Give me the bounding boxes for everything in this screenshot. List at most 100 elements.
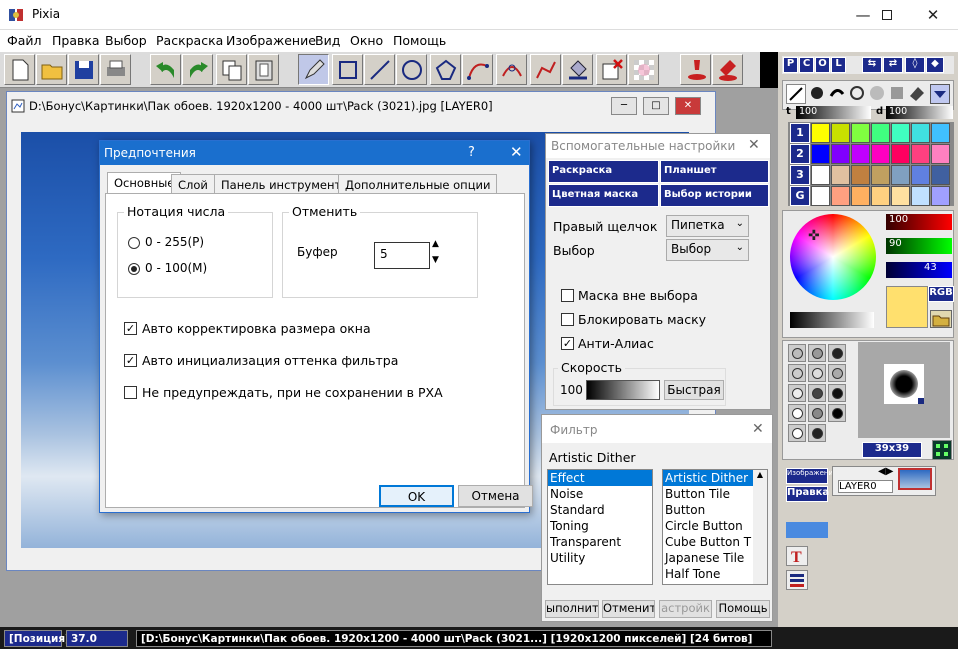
speed-fast-button[interactable]: Быстрая bbox=[664, 380, 724, 400]
brush-shape[interactable] bbox=[828, 404, 846, 422]
color-swatch[interactable] bbox=[811, 165, 830, 185]
color-swatch[interactable] bbox=[851, 186, 870, 206]
brush-dropdown-icon[interactable] bbox=[930, 84, 950, 104]
buffer-up-icon[interactable]: ▲ bbox=[432, 239, 439, 249]
palette-tab-l[interactable]: L bbox=[831, 57, 846, 73]
color-swatch[interactable] bbox=[831, 123, 850, 143]
brush-shape[interactable] bbox=[788, 364, 806, 382]
list-item[interactable]: Utility bbox=[548, 550, 652, 566]
palette-tab-p[interactable]: P bbox=[783, 57, 798, 73]
brush-grid-icon[interactable] bbox=[932, 440, 952, 460]
list-item[interactable]: Transparent bbox=[548, 534, 652, 550]
color-swatch[interactable] bbox=[911, 123, 930, 143]
doc-minimize-button[interactable]: ─ bbox=[611, 97, 637, 115]
brush-shape[interactable] bbox=[808, 364, 826, 382]
rectangle-tool-icon[interactable] bbox=[332, 54, 363, 85]
buffer-input[interactable]: 5 bbox=[374, 242, 430, 269]
aux-tablet-tab[interactable]: Планшет bbox=[660, 160, 769, 183]
color-swatch[interactable] bbox=[851, 123, 870, 143]
color-swatch[interactable] bbox=[811, 123, 830, 143]
color-wheel[interactable] bbox=[790, 214, 876, 300]
blue-slider[interactable]: 43 bbox=[886, 262, 952, 278]
brush-shape[interactable] bbox=[808, 424, 826, 442]
color-swatch[interactable] bbox=[851, 144, 870, 164]
select-mode-select[interactable]: Выбор ⌄ bbox=[666, 239, 749, 261]
filter-settings-button[interactable]: астройк bbox=[659, 600, 712, 618]
color-swatch[interactable] bbox=[931, 144, 950, 164]
palette-tab-o[interactable]: O bbox=[815, 57, 830, 73]
filter-item-list[interactable]: Artistic Dither Button Tile Button Circl… bbox=[662, 469, 768, 585]
chk-antialias[interactable]: ✓ bbox=[561, 337, 574, 350]
radio-255[interactable] bbox=[128, 237, 140, 249]
color-swatch[interactable] bbox=[911, 165, 930, 185]
print-icon[interactable] bbox=[100, 54, 131, 85]
palette-tab-c[interactable]: C bbox=[799, 57, 814, 73]
list-item[interactable]: Button Tile bbox=[663, 486, 767, 502]
brush-shape[interactable] bbox=[788, 384, 806, 402]
menu-edit[interactable]: Правка bbox=[52, 33, 100, 48]
transparency-icon[interactable] bbox=[628, 54, 659, 85]
layer-text-icon[interactable]: T bbox=[786, 546, 808, 566]
color-swatch[interactable] bbox=[891, 165, 910, 185]
layer-list-icon[interactable] bbox=[786, 570, 808, 590]
filter-list-scrollbar[interactable]: ▲ bbox=[753, 470, 767, 584]
color-swatch[interactable] bbox=[871, 144, 890, 164]
rgb-mode-button[interactable]: RGB bbox=[928, 286, 954, 302]
tab-layer[interactable]: Слой bbox=[171, 174, 215, 194]
brush-shape[interactable] bbox=[828, 344, 846, 362]
list-item[interactable]: Cube Button T bbox=[663, 534, 767, 550]
list-item[interactable]: Circle Button bbox=[663, 518, 767, 534]
panel-arrows-icon-2[interactable]: ⇄ bbox=[883, 57, 903, 73]
ellipse-tool-icon[interactable] bbox=[396, 54, 427, 85]
layer-name-label[interactable]: LAYER0 bbox=[838, 480, 893, 493]
menu-paint[interactable]: Раскраска bbox=[156, 33, 223, 48]
list-item[interactable]: Half Tone bbox=[663, 566, 767, 582]
preferences-help-button[interactable]: ? bbox=[468, 145, 475, 160]
radio-100[interactable] bbox=[128, 263, 140, 275]
right-click-select[interactable]: Пипетка ⌄ bbox=[666, 215, 749, 237]
layer-color-bar[interactable] bbox=[786, 522, 828, 538]
color-swatch[interactable] bbox=[891, 144, 910, 164]
color-swatch[interactable] bbox=[831, 165, 850, 185]
brush-shape[interactable] bbox=[808, 344, 826, 362]
brush-shape[interactable] bbox=[788, 424, 806, 442]
color-swatch[interactable] bbox=[931, 186, 950, 206]
buffer-down-icon[interactable]: ▼ bbox=[432, 255, 439, 265]
color-swatch[interactable] bbox=[891, 186, 910, 206]
layer-nav-arrows-icon[interactable]: ◀▶ bbox=[878, 466, 893, 477]
speed-slider[interactable] bbox=[586, 380, 660, 400]
polygon-tool-icon[interactable] bbox=[430, 54, 461, 85]
menu-image[interactable]: Изображение bbox=[226, 33, 316, 48]
opacity1-slider[interactable]: 100 bbox=[796, 106, 871, 119]
aux-history-tab[interactable]: Выбор истории bbox=[660, 184, 769, 207]
pen-tool-icon[interactable] bbox=[298, 54, 329, 85]
airbrush-icon[interactable] bbox=[808, 84, 828, 104]
paste-icon[interactable] bbox=[248, 54, 279, 85]
copy-icon[interactable] bbox=[216, 54, 247, 85]
palette-row-2[interactable]: 2 bbox=[790, 144, 810, 164]
undo-icon[interactable] bbox=[150, 54, 181, 85]
chk-auto-resize[interactable]: ✓ bbox=[124, 322, 137, 335]
layer-image-tab[interactable]: Изображение bbox=[786, 468, 837, 484]
brush-shape[interactable] bbox=[788, 344, 806, 362]
menu-select[interactable]: Выбор bbox=[105, 33, 147, 48]
menu-file[interactable]: Файл bbox=[7, 33, 42, 48]
menu-view[interactable]: Вид bbox=[315, 33, 340, 48]
palette-row-1[interactable]: 1 bbox=[790, 123, 810, 143]
palette-row-g[interactable]: G bbox=[790, 186, 810, 206]
color-swatch[interactable] bbox=[871, 186, 890, 206]
redo-icon[interactable] bbox=[182, 54, 213, 85]
color-swatch[interactable] bbox=[931, 165, 950, 185]
bezier-tool-icon[interactable] bbox=[496, 54, 527, 85]
color-swatch[interactable] bbox=[871, 165, 890, 185]
brush-shape[interactable] bbox=[828, 384, 846, 402]
brush-shape[interactable] bbox=[828, 364, 846, 382]
color-swatch[interactable] bbox=[811, 144, 830, 164]
polyline-tool-icon[interactable] bbox=[530, 54, 561, 85]
color-swatch-grid[interactable] bbox=[811, 123, 953, 207]
panel-expand-icon[interactable]: ◆ bbox=[926, 57, 944, 73]
filter-apply-button[interactable]: ыполнит bbox=[545, 600, 599, 618]
color-fill-icon[interactable] bbox=[712, 54, 743, 85]
stamp-icon[interactable] bbox=[888, 84, 908, 104]
clear-selection-icon[interactable] bbox=[596, 54, 627, 85]
